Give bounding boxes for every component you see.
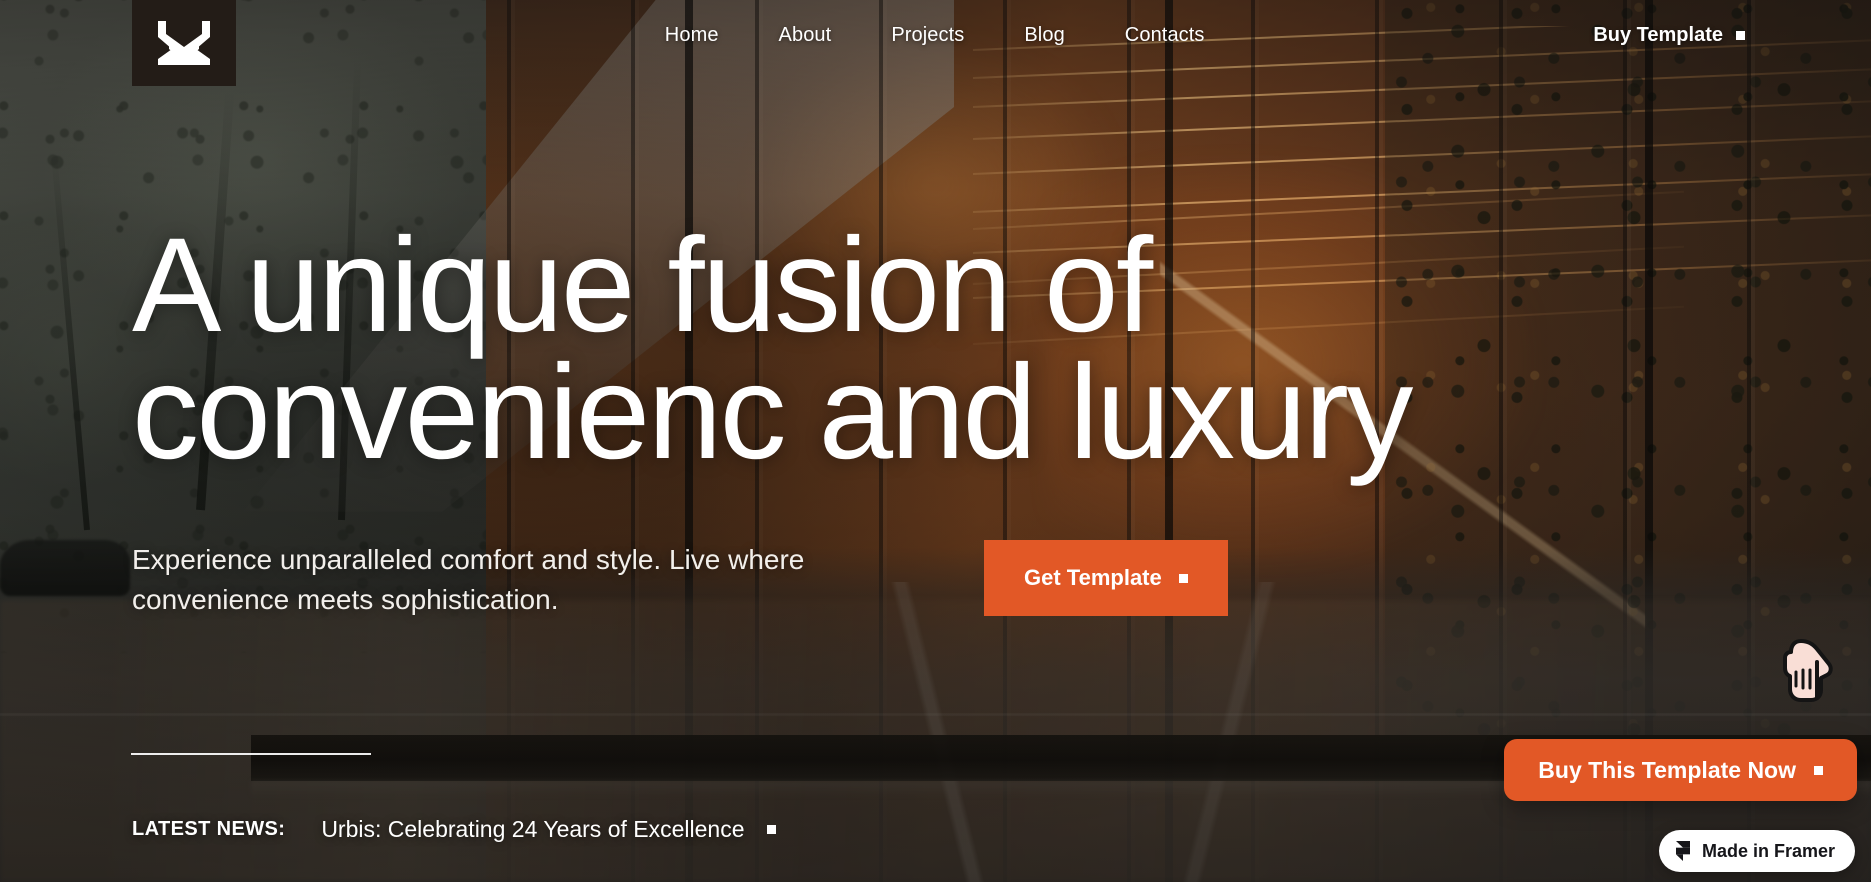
nav-home[interactable]: Home (665, 24, 719, 47)
hero-copy: A unique fusion of convenienc and luxury (132, 219, 1413, 488)
site-header: Home About Projects Blog Contacts Buy Te… (0, 0, 1871, 86)
nav-about[interactable]: About (779, 24, 832, 47)
square-bullet-icon (1736, 30, 1745, 40)
chevron-down-logo-icon (156, 19, 212, 67)
logo-button[interactable] (132, 0, 236, 86)
nav-contacts[interactable]: Contacts (1125, 24, 1205, 47)
square-bullet-icon (1814, 765, 1823, 775)
hero-divider (131, 753, 371, 755)
buy-this-template-now-label: Buy This Template Now (1538, 756, 1796, 783)
page-root: Home About Projects Blog Contacts Buy Te… (0, 0, 1871, 882)
page-title: A unique fusion of convenienc and luxury (132, 219, 1413, 488)
hero-subtitle-row: Experience unparalleled comfort and styl… (132, 540, 1228, 620)
latest-news-item[interactable]: Urbis: Celebrating 24 Years of Excellenc… (321, 816, 776, 843)
square-bullet-icon (1178, 573, 1188, 583)
latest-news-headline: Urbis: Celebrating 24 Years of Excellenc… (321, 816, 745, 842)
framer-logo-icon (1675, 841, 1691, 861)
buy-template-header-label: Buy Template (1593, 23, 1723, 46)
nav-projects[interactable]: Projects (891, 24, 964, 47)
headline-line-2: convenienc and luxury (132, 338, 1413, 488)
hero-subtitle: Experience unparalleled comfort and styl… (132, 544, 805, 615)
made-in-framer-badge[interactable]: Made in Framer (1658, 830, 1855, 872)
buy-template-header-link[interactable]: Buy Template (1593, 0, 1745, 70)
get-template-button[interactable]: Get Template (984, 540, 1228, 616)
main-navigation: Home About Projects Blog Contacts (236, 0, 1593, 70)
get-template-label: Get Template (1024, 565, 1162, 590)
made-in-framer-label: Made in Framer (1701, 840, 1835, 861)
latest-news-ticker: LATEST NEWS: Urbis: Celebrating 24 Years… (132, 816, 776, 843)
square-bullet-icon (766, 825, 776, 834)
buy-this-template-now-button[interactable]: Buy This Template Now (1504, 739, 1857, 801)
nav-blog[interactable]: Blog (1024, 24, 1064, 47)
latest-news-label: LATEST NEWS: (132, 818, 286, 840)
